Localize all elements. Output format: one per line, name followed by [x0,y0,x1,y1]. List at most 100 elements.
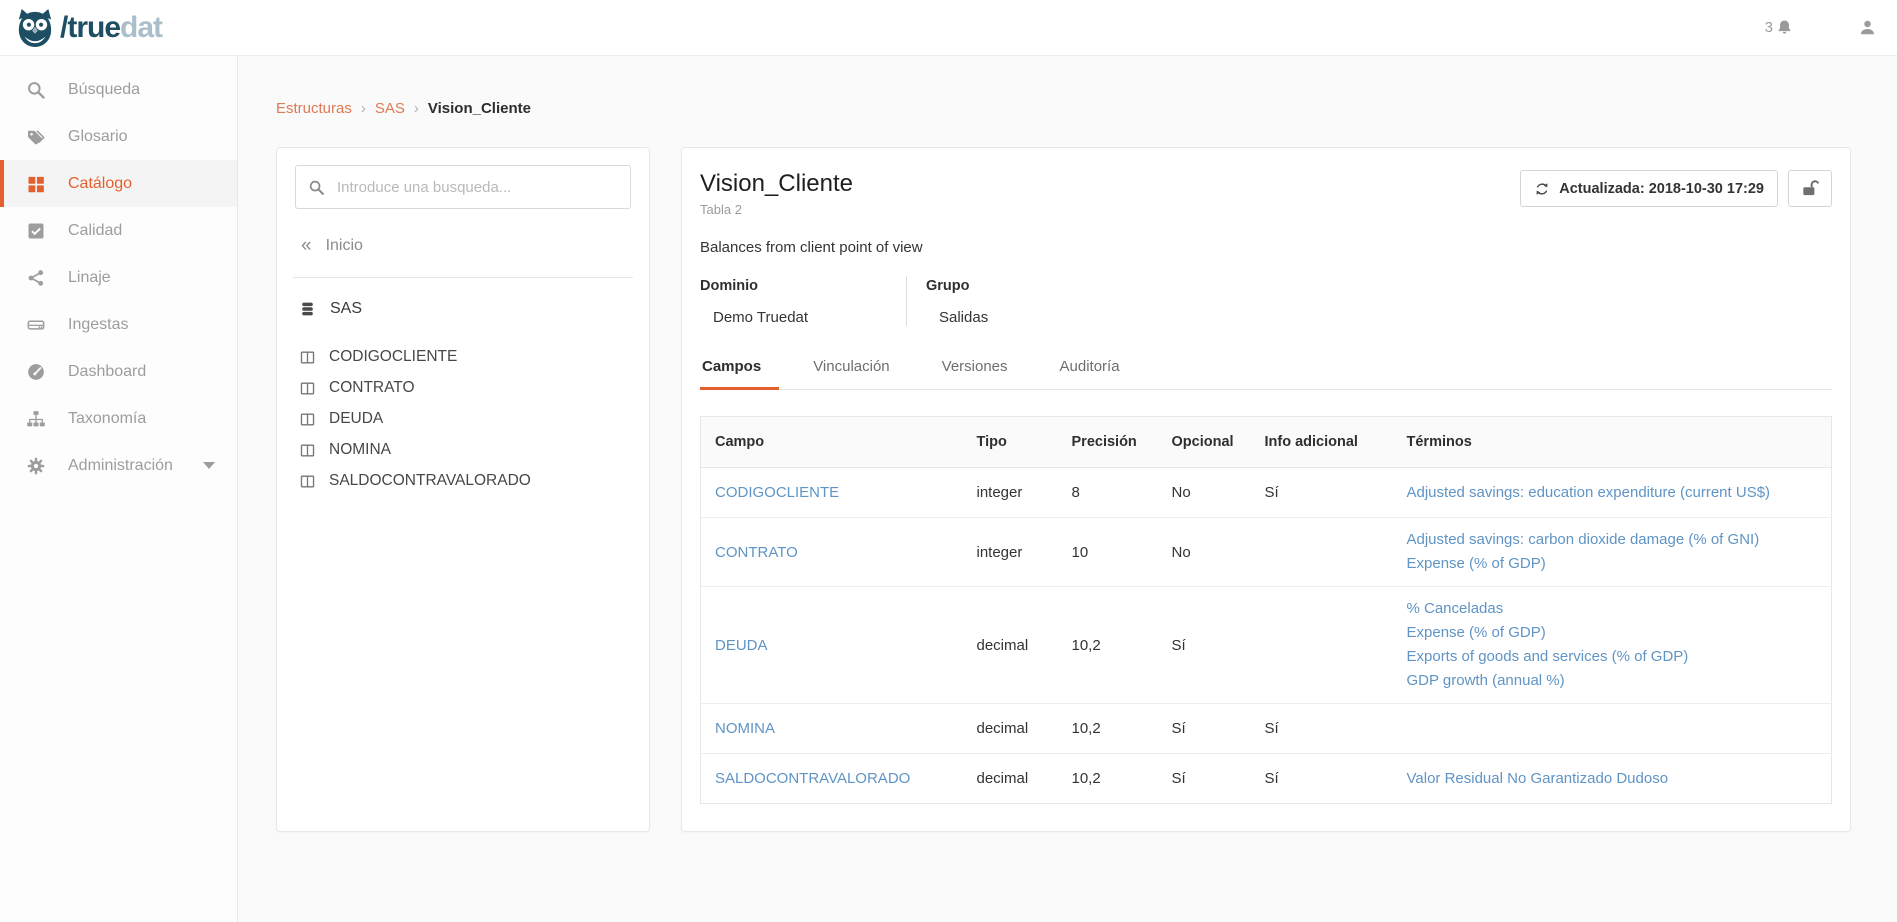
sidebar-item-ingestas[interactable]: Ingestas [0,301,237,348]
logo-true-text: /true [60,11,120,44]
bell-icon [1775,18,1794,37]
column-header-precision: Precisión [1058,417,1158,468]
column-header-opcional: Opcional [1158,417,1251,468]
field-link[interactable]: CODIGOCLIENTE [715,484,839,501]
table-icon [299,349,316,366]
term-link[interactable]: Expense (% of GDP) [1407,552,1818,576]
system-node-sas[interactable]: SAS [295,300,631,318]
breadcrumb-separator-icon: › [361,100,366,117]
tree-item-label: NOMINA [329,441,391,459]
detail-actions: Actualizada: 2018-10-30 17:29 [1520,170,1832,207]
sidebar: Búsqueda Glosario Catálog [0,56,238,922]
share-icon [24,268,48,288]
tree-item-saldocontravalorado[interactable]: SALDOCONTRAVALORADO [295,470,631,492]
chevron-down-icon [203,462,215,469]
cell-opcional: Sí [1158,704,1251,754]
user-menu-button[interactable] [1858,18,1877,37]
field-link[interactable]: DEUDA [715,637,768,654]
structure-description: Balances from client point of view [700,239,1832,256]
tree-item-deuda[interactable]: DEUDA [295,408,631,430]
tab-versiones[interactable]: Versiones [940,352,1010,390]
tree-item-label: CODIGOCLIENTE [329,348,457,366]
term-link[interactable]: Valor Residual No Garantizado Dudoso [1407,767,1818,791]
table-row: SALDOCONTRAVALORADO decimal 10,2 Sí Sí V… [701,754,1832,804]
sidebar-item-catalogo[interactable]: Catálogo [0,160,237,207]
cell-tipo: integer [963,518,1058,587]
tree-item-contrato[interactable]: CONTRATO [295,377,631,399]
domain-block: Dominio Demo Truedat [700,276,907,326]
term-link[interactable]: Exports of goods and services (% of GDP) [1407,645,1818,669]
term-links: Valor Residual No Garantizado Dudoso [1407,767,1818,791]
group-value: Salidas [926,309,988,326]
structure-search-input[interactable] [337,179,618,196]
cell-precision: 10,2 [1058,754,1158,804]
cell-info-adicional: Sí [1251,704,1393,754]
sidebar-item-dashboard[interactable]: Dashboard [0,348,237,395]
term-link[interactable]: Adjusted savings: education expenditure … [1407,481,1818,505]
breadcrumb-link-sas[interactable]: SAS [375,100,405,117]
sidebar-item-calidad[interactable]: Calidad [0,207,237,254]
table-row: DEUDA decimal 10,2 Sí % Canceladas Expen… [701,587,1832,704]
field-link[interactable]: CONTRATO [715,544,798,561]
tab-campos[interactable]: Campos [700,352,779,390]
tab-auditoria[interactable]: Auditoría [1058,352,1122,390]
unlock-icon [1800,178,1821,199]
sidebar-label: Ingestas [68,316,128,334]
table-row: CODIGOCLIENTE integer 8 No Sí Adjusted s… [701,468,1832,518]
page-title: Vision_Cliente [700,170,853,198]
grid-icon [24,174,48,194]
cell-precision: 10,2 [1058,587,1158,704]
term-links: % Canceladas Expense (% of GDP) Exports … [1407,597,1818,693]
structure-search-box [295,165,631,209]
refresh-updated-button[interactable]: Actualizada: 2018-10-30 17:29 [1520,170,1778,207]
cell-opcional: No [1158,468,1251,518]
field-link[interactable]: SALDOCONTRAVALORADO [715,770,910,787]
sidebar-item-administracion[interactable]: Administración [0,442,237,489]
browser-home-button[interactable]: « Inicio [295,236,631,255]
sidebar-label: Administración [68,457,173,475]
term-link[interactable]: Adjusted savings: carbon dioxide damage … [1407,528,1818,552]
structure-type-subtitle: Tabla 2 [700,202,853,217]
table-icon [299,473,316,490]
meta-block: Dominio Demo Truedat Grupo Salidas [700,276,1832,326]
cell-tipo: decimal [963,704,1058,754]
notification-count-badge: 3 [1765,19,1773,36]
table-tree-list: CODIGOCLIENTE CONTRATO DEUDA [295,346,631,492]
detail-tabs: Campos Vinculación Versiones Auditoría [700,352,1832,390]
truedat-logo[interactable]: /truedat [16,8,162,48]
system-node-label: SAS [330,300,362,318]
term-link[interactable]: Expense (% of GDP) [1407,621,1818,645]
column-header-campo: Campo [701,417,963,468]
structure-detail-panel: Vision_Cliente Tabla 2 [681,147,1851,832]
tree-item-nomina[interactable]: NOMINA [295,439,631,461]
tab-vinculacion[interactable]: Vinculación [811,352,891,390]
user-icon [1858,18,1877,37]
term-link[interactable]: GDP growth (annual %) [1407,669,1818,693]
table-row: NOMINA decimal 10,2 Sí Sí [701,704,1832,754]
table-icon [299,411,316,428]
notifications-button[interactable]: 3 [1765,18,1794,37]
top-header: /truedat 3 [0,0,1897,56]
cell-info-adicional: Sí [1251,468,1393,518]
sidebar-label: Búsqueda [68,81,140,99]
tree-item-codigocliente[interactable]: CODIGOCLIENTE [295,346,631,368]
check-square-icon [24,221,48,241]
gauge-icon [24,362,48,382]
server-icon [24,315,48,335]
field-link[interactable]: NOMINA [715,720,775,737]
breadcrumb-separator-icon: › [414,100,419,117]
panels-row: « Inicio SAS [276,147,1851,832]
cell-precision: 8 [1058,468,1158,518]
cell-opcional: No [1158,518,1251,587]
term-link[interactable]: % Canceladas [1407,597,1818,621]
sidebar-item-glosario[interactable]: Glosario [0,113,237,160]
sidebar-item-taxonomia[interactable]: Taxonomía [0,395,237,442]
sidebar-item-busqueda[interactable]: Búsqueda [0,66,237,113]
breadcrumb-link-estructuras[interactable]: Estructuras [276,100,352,117]
unlock-button[interactable] [1788,170,1832,207]
angle-double-left-icon: « [301,236,312,255]
column-header-tipo: Tipo [963,417,1058,468]
sidebar-item-linaje[interactable]: Linaje [0,254,237,301]
sidebar-label: Catálogo [68,175,132,193]
browser-home-label: Inicio [326,237,363,255]
